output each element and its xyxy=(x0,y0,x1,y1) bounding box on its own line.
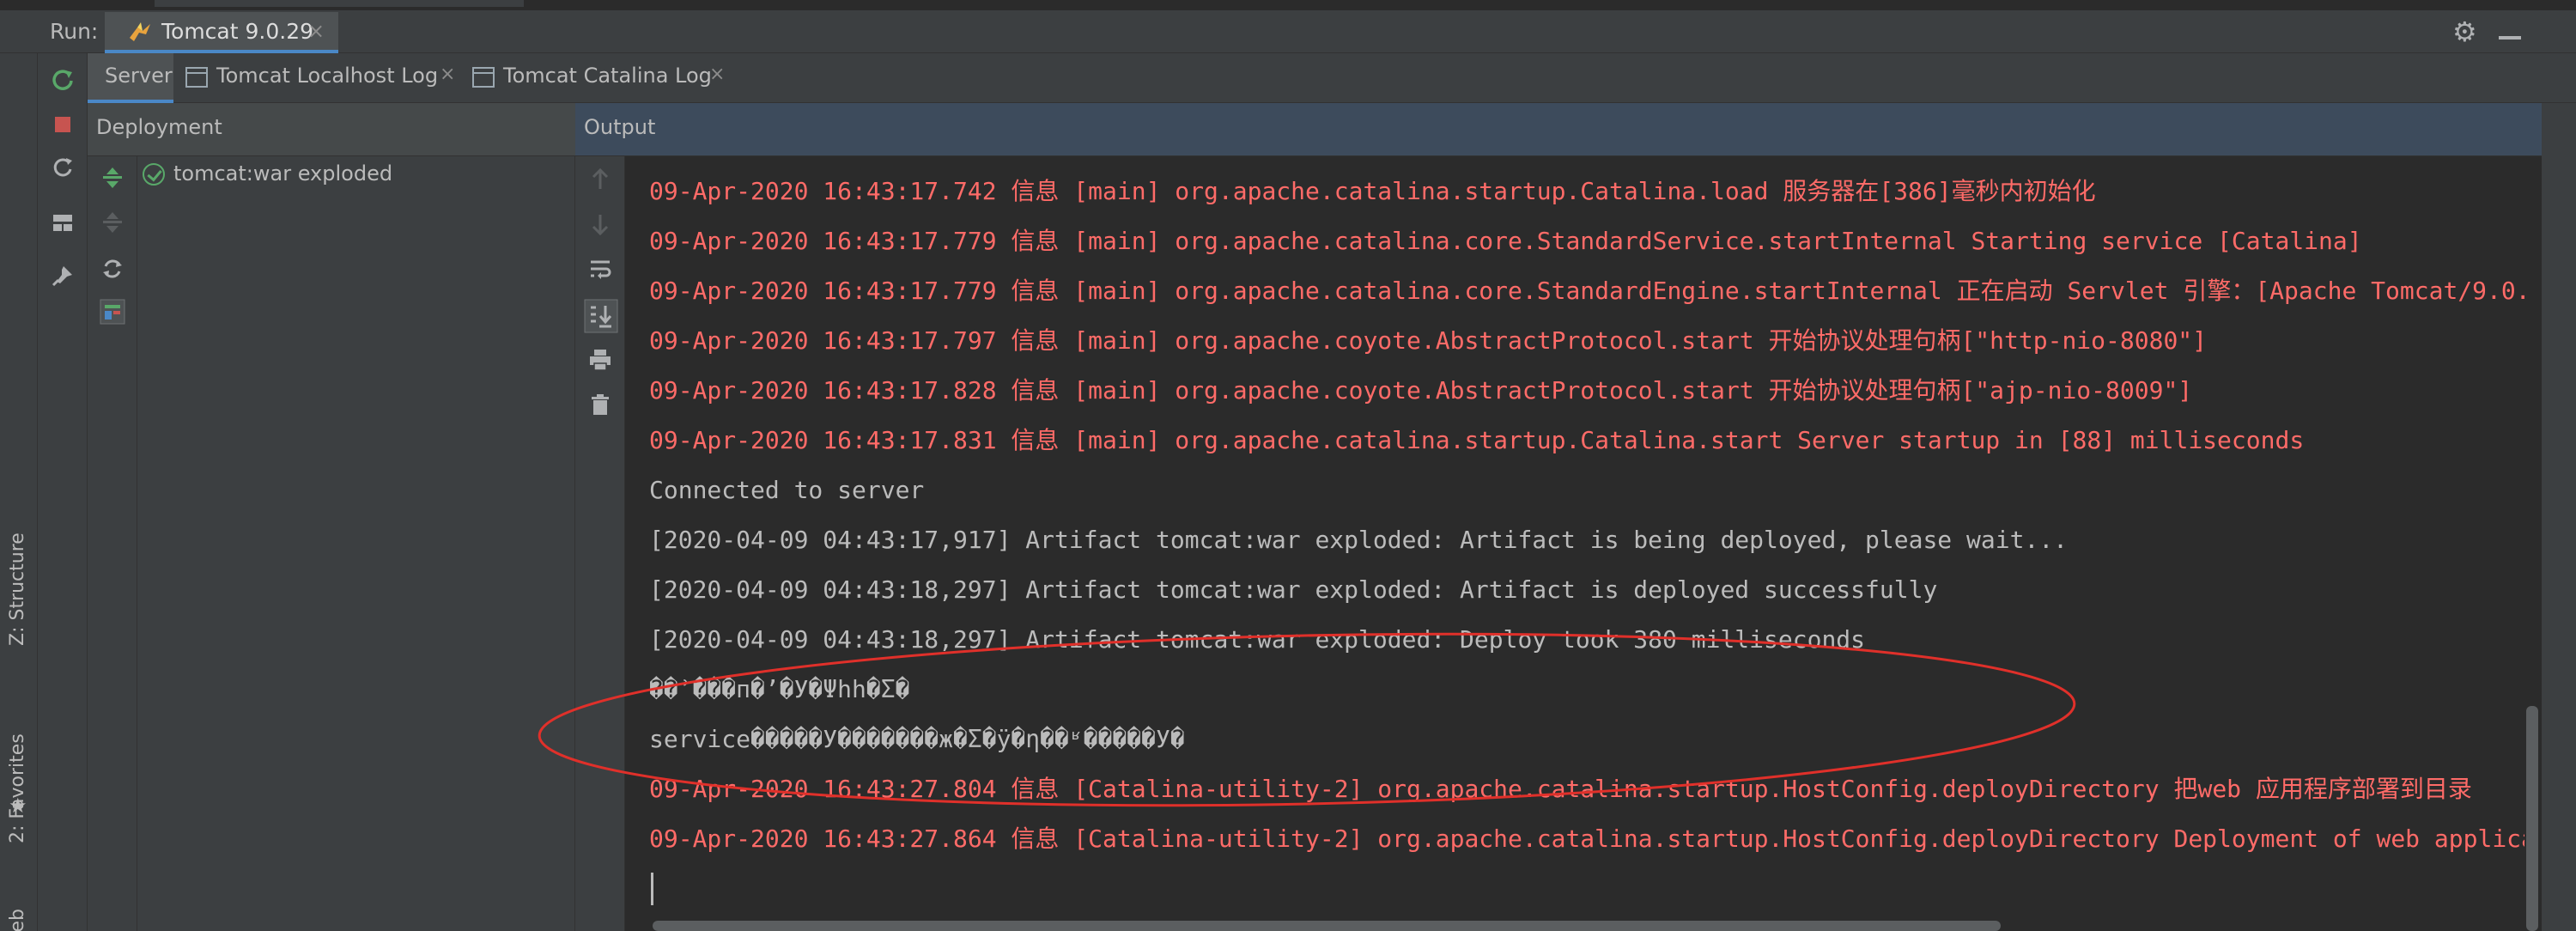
run-label: Run: xyxy=(50,19,99,44)
console-output[interactable]: 09-Apr-2020 16:43:17.742 信息 [main] org.a… xyxy=(625,156,2524,931)
output-header: Output xyxy=(575,103,2542,156)
deployment-header: Deployment xyxy=(88,103,575,156)
console-line: 09-Apr-2020 16:43:17.779 信息 [main] org.a… xyxy=(649,277,2524,305)
close-icon[interactable]: × xyxy=(307,19,325,43)
console-line: [2020-04-09 04:43:17,917] Artifact tomca… xyxy=(649,526,2069,554)
tomcat-icon xyxy=(130,22,150,41)
console-line: [2020-04-09 04:43:18,297] Artifact tomca… xyxy=(649,575,1938,604)
update-application-icon[interactable] xyxy=(50,155,76,180)
ide-window: Run: Tomcat 9.0.29 × ⚙ Z: Structure 2: F… xyxy=(0,0,2576,931)
scroll-to-end-icon[interactable] xyxy=(584,299,618,333)
print-icon[interactable] xyxy=(587,347,613,373)
console-line: 09-Apr-2020 16:43:27.864 信息 [Catalina-ut… xyxy=(649,825,2524,853)
refresh-icon[interactable] xyxy=(100,256,125,282)
tab-tomcat-catalina-log[interactable]: Tomcat Catalina Log × xyxy=(465,53,740,103)
text-cursor xyxy=(651,873,653,905)
console-line: 09-Apr-2020 16:43:27.804 信息 [Catalina-ut… xyxy=(649,775,2472,803)
deployment-panel: tomcat:war exploded xyxy=(88,156,575,931)
pin-icon[interactable] xyxy=(50,263,76,289)
run-config-title: Tomcat 9.0.29 xyxy=(161,19,314,44)
stop-icon[interactable] xyxy=(50,112,76,137)
editor-tab-remnant[interactable] xyxy=(155,0,524,7)
star-icon: ★ xyxy=(9,794,27,818)
trash-icon[interactable] xyxy=(587,392,613,417)
editor-tab-strip xyxy=(0,0,2576,10)
console-line-garbled: service�����У�������ж�Σ�ÿ�η��ʶ�����У� xyxy=(649,725,1185,753)
left-tool-stripe: Z: Structure 2: Favorites ★ Web xyxy=(0,53,38,931)
console-line: 09-Apr-2020 16:43:17.831 信息 [main] org.a… xyxy=(649,426,2305,454)
undeploy-icon[interactable] xyxy=(100,210,125,235)
output-toolbar xyxy=(575,156,625,931)
log-file-icon xyxy=(472,67,495,88)
web-tool-button[interactable]: Web xyxy=(7,909,28,931)
deploy-all-icon[interactable] xyxy=(100,165,125,191)
artifact-settings-icon[interactable] xyxy=(100,299,125,325)
vertical-scrollbar[interactable] xyxy=(2526,706,2538,931)
horizontal-scrollbar[interactable] xyxy=(653,921,2001,931)
console-line: 09-Apr-2020 16:43:17.779 信息 [main] org.a… xyxy=(649,227,2362,255)
gear-icon[interactable]: ⚙ xyxy=(2452,15,2477,48)
minimize-icon[interactable] xyxy=(2499,36,2521,40)
console-line: 09-Apr-2020 16:43:17.828 信息 [main] org.a… xyxy=(649,376,2193,405)
close-icon[interactable]: × xyxy=(709,64,725,85)
tab-tomcat-localhost-log[interactable]: Tomcat Localhost Log × xyxy=(173,53,465,103)
log-file-icon xyxy=(185,67,208,88)
right-panel-edge xyxy=(2542,103,2576,931)
arrow-down-icon[interactable] xyxy=(587,211,613,237)
console-line: 09-Apr-2020 16:43:17.742 信息 [main] org.a… xyxy=(649,177,2096,205)
tab-label: Server xyxy=(105,64,173,88)
deployment-toolbar xyxy=(88,156,137,931)
layout-icon[interactable] xyxy=(50,210,76,235)
console-line: [2020-04-09 04:43:18,297] Artifact tomca… xyxy=(649,625,1866,654)
rerun-icon[interactable] xyxy=(50,67,76,93)
console-line: 09-Apr-2020 16:43:17.797 信息 [main] org.a… xyxy=(649,326,2208,355)
close-icon[interactable]: × xyxy=(440,64,455,85)
deployment-item-name: tomcat:war exploded xyxy=(173,161,393,186)
console-line: Connected to server xyxy=(649,476,925,504)
structure-tool-button[interactable]: Z: Structure xyxy=(7,532,28,646)
tab-server[interactable]: Server xyxy=(88,53,173,103)
console-line-garbled: ��ʾ���п�ʼ�У�Ψһһ�Σ� xyxy=(649,675,910,703)
tab-label: Tomcat Localhost Log xyxy=(216,64,439,88)
tab-label: Tomcat Catalina Log xyxy=(503,64,712,88)
run-config-tab[interactable]: Tomcat 9.0.29 × xyxy=(105,12,338,53)
favorites-tool-button[interactable]: 2: Favorites xyxy=(7,733,28,843)
deployment-header-label: Deployment xyxy=(96,115,222,139)
output-header-label: Output xyxy=(584,115,656,139)
run-toolwindow-header: Run: Tomcat 9.0.29 × ⚙ xyxy=(0,10,2576,53)
services-tab-bar: Server Tomcat Localhost Log × Tomcat Cat… xyxy=(88,53,2576,103)
arrow-up-icon[interactable] xyxy=(587,167,613,192)
run-actions-toolbar xyxy=(38,53,88,931)
check-circle-icon xyxy=(143,163,165,186)
soft-wrap-icon[interactable] xyxy=(587,256,613,282)
